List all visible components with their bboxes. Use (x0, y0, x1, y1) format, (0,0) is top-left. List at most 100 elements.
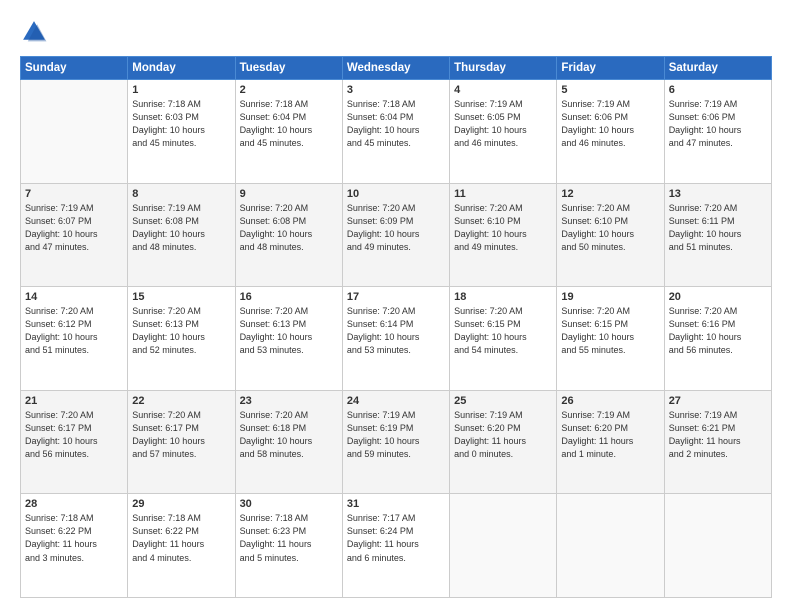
calendar-day-cell: 14 Sunrise: 7:20 AMSunset: 6:12 PMDayligh… (21, 287, 128, 391)
day-detail: Sunrise: 7:19 AMSunset: 6:06 PMDaylight:… (561, 98, 659, 150)
day-number: 24 (347, 395, 445, 407)
day-detail: Sunrise: 7:20 AMSunset: 6:13 PMDaylight:… (240, 305, 338, 357)
weekday-header-monday: Monday (128, 57, 235, 80)
day-number: 28 (25, 498, 123, 510)
calendar-week-row: 14 Sunrise: 7:20 AMSunset: 6:12 PMDayligh… (21, 287, 772, 391)
day-number: 6 (669, 84, 767, 96)
calendar-day-cell: 28Sunrise: 7:18 AMSunset: 6:22 PMDayligh… (21, 494, 128, 598)
day-number: 9 (240, 188, 338, 200)
calendar-day-cell: 2Sunrise: 7:18 AMSunset: 6:04 PMDaylight… (235, 80, 342, 184)
calendar-day-cell: 27Sunrise: 7:19 AMSunset: 6:21 PMDayligh… (664, 390, 771, 494)
calendar-day-cell: 30 Sunrise: 7:18 AMSunset: 6:23 PMDayligh… (235, 494, 342, 598)
day-detail: Sunrise: 7:18 AMSunset: 6:22 PMDaylight:… (132, 512, 230, 564)
day-number: 11 (454, 188, 552, 200)
day-detail: Sunrise: 7:19 AMSunset: 6:05 PMDaylight:… (454, 98, 552, 150)
day-number: 10 (347, 188, 445, 200)
day-detail: Sunrise: 7:20 AMSunset: 6:10 PMDaylight:… (454, 202, 552, 254)
day-detail: Sunrise: 7:20 AMSunset: 6:09 PMDaylight:… (347, 202, 445, 254)
calendar-day-cell: 12Sunrise: 7:20 AMSunset: 6:10 PMDayligh… (557, 183, 664, 287)
day-detail: Sunrise: 7:20 AMSunset: 6:17 PMDaylight:… (132, 409, 230, 461)
weekday-header-sunday: Sunday (21, 57, 128, 80)
logo-icon (20, 18, 48, 46)
day-number: 15 (132, 291, 230, 303)
day-number: 14 (25, 291, 123, 303)
day-detail: Sunrise: 7:20 AMSunset: 6:16 PMDaylight:… (669, 305, 767, 357)
day-number: 25 (454, 395, 552, 407)
day-detail: Sunrise: 7:19 AMSunset: 6:07 PMDaylight:… (25, 202, 123, 254)
day-detail: Sunrise: 7:17 AMSunset: 6:24 PMDaylight:… (347, 512, 445, 564)
day-number: 2 (240, 84, 338, 96)
weekday-header-wednesday: Wednesday (342, 57, 449, 80)
calendar-header-row: SundayMondayTuesdayWednesdayThursdayFrid… (21, 57, 772, 80)
day-detail: Sunrise: 7:20 AMSunset: 6:08 PMDaylight:… (240, 202, 338, 254)
day-detail: Sunrise: 7:19 AMSunset: 6:08 PMDaylight:… (132, 202, 230, 254)
weekday-header-tuesday: Tuesday (235, 57, 342, 80)
day-detail: Sunrise: 7:20 AMSunset: 6:12 PMDaylight:… (25, 305, 123, 357)
calendar-day-cell: 18Sunrise: 7:20 AMSunset: 6:15 PMDayligh… (450, 287, 557, 391)
calendar-day-cell (21, 80, 128, 184)
calendar-day-cell: 1 Sunrise: 7:18 AMSunset: 6:03 PMDaylight… (128, 80, 235, 184)
calendar-table: SundayMondayTuesdayWednesdayThursdayFrid… (20, 56, 772, 598)
calendar-day-cell: 26Sunrise: 7:19 AMSunset: 6:20 PMDayligh… (557, 390, 664, 494)
logo (20, 18, 52, 46)
day-detail: Sunrise: 7:18 AMSunset: 6:04 PMDaylight:… (347, 98, 445, 150)
calendar-day-cell: 22 Sunrise: 7:20 AMSunset: 6:17 PMDayligh… (128, 390, 235, 494)
calendar-day-cell: 4 Sunrise: 7:19 AMSunset: 6:05 PMDaylight… (450, 80, 557, 184)
day-number: 16 (240, 291, 338, 303)
calendar-day-cell: 31Sunrise: 7:17 AMSunset: 6:24 PMDayligh… (342, 494, 449, 598)
calendar-week-row: 21Sunrise: 7:20 AMSunset: 6:17 PMDayligh… (21, 390, 772, 494)
weekday-header-friday: Friday (557, 57, 664, 80)
calendar-day-cell: 5 Sunrise: 7:19 AMSunset: 6:06 PMDaylight… (557, 80, 664, 184)
calendar-day-cell: 8 Sunrise: 7:19 AMSunset: 6:08 PMDaylight… (128, 183, 235, 287)
weekday-header-saturday: Saturday (664, 57, 771, 80)
day-number: 17 (347, 291, 445, 303)
calendar-day-cell: 16 Sunrise: 7:20 AMSunset: 6:13 PMDayligh… (235, 287, 342, 391)
calendar-week-row: 7 Sunrise: 7:19 AMSunset: 6:07 PMDaylight… (21, 183, 772, 287)
calendar-day-cell: 3Sunrise: 7:18 AMSunset: 6:04 PMDaylight… (342, 80, 449, 184)
calendar-week-row: 1 Sunrise: 7:18 AMSunset: 6:03 PMDaylight… (21, 80, 772, 184)
day-detail: Sunrise: 7:20 AMSunset: 6:17 PMDaylight:… (25, 409, 123, 461)
day-detail: Sunrise: 7:19 AMSunset: 6:21 PMDaylight:… (669, 409, 767, 461)
day-number: 30 (240, 498, 338, 510)
day-number: 1 (132, 84, 230, 96)
day-detail: Sunrise: 7:19 AMSunset: 6:20 PMDaylight:… (561, 409, 659, 461)
day-number: 29 (132, 498, 230, 510)
calendar-day-cell (664, 494, 771, 598)
day-detail: Sunrise: 7:20 AMSunset: 6:11 PMDaylight:… (669, 202, 767, 254)
day-number: 4 (454, 84, 552, 96)
calendar-day-cell: 17 Sunrise: 7:20 AMSunset: 6:14 PMDayligh… (342, 287, 449, 391)
calendar-day-cell: 25 Sunrise: 7:19 AMSunset: 6:20 PMDayligh… (450, 390, 557, 494)
day-detail: Sunrise: 7:20 AMSunset: 6:15 PMDaylight:… (454, 305, 552, 357)
calendar-day-cell (450, 494, 557, 598)
calendar-week-row: 28 Sunrise: 7:18 AMSunset: 6:22 PMDayligh… (21, 494, 772, 598)
calendar-day-cell: 13 Sunrise: 7:20 AMSunset: 6:11 PMDayligh… (664, 183, 771, 287)
day-number: 5 (561, 84, 659, 96)
calendar-day-cell: 29 Sunrise: 7:18 AMSunset: 6:22 PMDayligh… (128, 494, 235, 598)
weekday-header-thursday: Thursday (450, 57, 557, 80)
calendar-day-cell: 23 Sunrise: 7:20 AMSunset: 6:18 PMDayligh… (235, 390, 342, 494)
calendar-day-cell: 6 Sunrise: 7:19 AMSunset: 6:06 PMDaylight… (664, 80, 771, 184)
day-detail: Sunrise: 7:18 AMSunset: 6:23 PMDaylight:… (240, 512, 338, 564)
day-number: 20 (669, 291, 767, 303)
calendar-day-cell (557, 494, 664, 598)
calendar-day-cell: 7 Sunrise: 7:19 AMSunset: 6:07 PMDaylight… (21, 183, 128, 287)
day-number: 12 (561, 188, 659, 200)
calendar-day-cell: 15 Sunrise: 7:20 AMSunset: 6:13 PMDayligh… (128, 287, 235, 391)
day-detail: Sunrise: 7:20 AMSunset: 6:18 PMDaylight:… (240, 409, 338, 461)
day-detail: Sunrise: 7:19 AMSunset: 6:19 PMDaylight:… (347, 409, 445, 461)
day-number: 8 (132, 188, 230, 200)
calendar-day-cell: 24 Sunrise: 7:19 AMSunset: 6:19 PMDayligh… (342, 390, 449, 494)
day-number: 13 (669, 188, 767, 200)
calendar-day-cell: 20 Sunrise: 7:20 AMSunset: 6:16 PMDayligh… (664, 287, 771, 391)
header (20, 18, 772, 46)
day-number: 23 (240, 395, 338, 407)
day-number: 7 (25, 188, 123, 200)
day-number: 22 (132, 395, 230, 407)
day-detail: Sunrise: 7:19 AMSunset: 6:06 PMDaylight:… (669, 98, 767, 150)
day-detail: Sunrise: 7:18 AMSunset: 6:03 PMDaylight:… (132, 98, 230, 150)
calendar-day-cell: 19Sunrise: 7:20 AMSunset: 6:15 PMDayligh… (557, 287, 664, 391)
day-detail: Sunrise: 7:19 AMSunset: 6:20 PMDaylight:… (454, 409, 552, 461)
day-detail: Sunrise: 7:20 AMSunset: 6:13 PMDaylight:… (132, 305, 230, 357)
day-detail: Sunrise: 7:20 AMSunset: 6:14 PMDaylight:… (347, 305, 445, 357)
calendar-day-cell: 9 Sunrise: 7:20 AMSunset: 6:08 PMDaylight… (235, 183, 342, 287)
